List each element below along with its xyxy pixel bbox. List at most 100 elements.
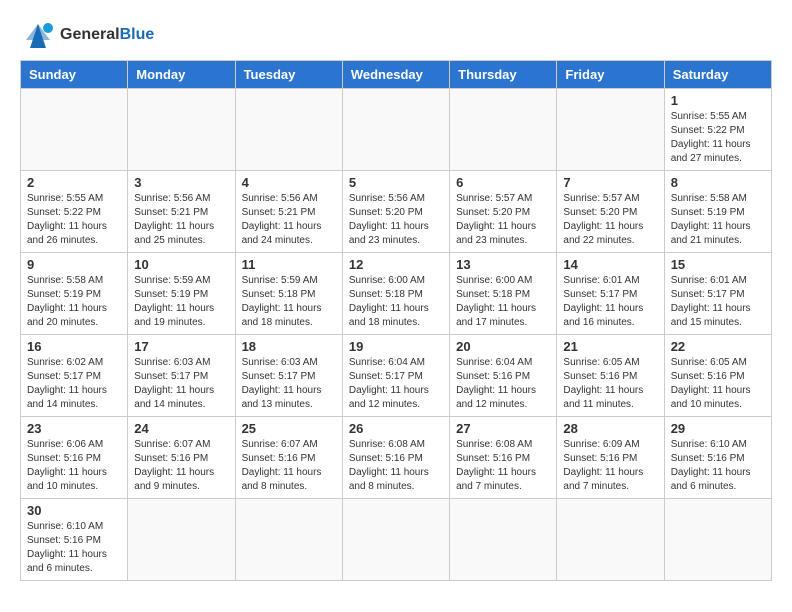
calendar-day-cell <box>342 89 449 171</box>
day-number: 24 <box>134 421 228 436</box>
calendar-week-row: 1 Sunrise: 5:55 AM Sunset: 5:22 PM Daylig… <box>21 89 772 171</box>
calendar-day-cell: 9 Sunrise: 5:58 AM Sunset: 5:19 PM Daylig… <box>21 253 128 335</box>
day-number: 1 <box>671 93 765 108</box>
calendar-day-cell <box>128 499 235 581</box>
calendar-week-row: 23 Sunrise: 6:06 AM Sunset: 5:16 PM Dayli… <box>21 417 772 499</box>
logo: GeneralBlue <box>20 20 154 50</box>
day-number: 23 <box>27 421 121 436</box>
day-number: 22 <box>671 339 765 354</box>
calendar-day-cell: 26 Sunrise: 6:08 AM Sunset: 5:16 PM Dayli… <box>342 417 449 499</box>
calendar-day-cell: 6Sunrise: 5:57 AM Sunset: 5:20 PM Daylig… <box>450 171 557 253</box>
calendar-week-row: 2Sunrise: 5:55 AM Sunset: 5:22 PM Daylig… <box>21 171 772 253</box>
day-number: 7 <box>563 175 657 190</box>
day-number: 15 <box>671 257 765 272</box>
logo-icon <box>20 20 56 50</box>
day-info: Sunrise: 6:04 AM Sunset: 5:17 PM Dayligh… <box>349 356 443 412</box>
calendar-day-cell: 4 Sunrise: 5:56 AM Sunset: 5:21 PM Daylig… <box>235 171 342 253</box>
calendar-day-cell: 15 Sunrise: 6:01 AM Sunset: 5:17 PM Dayli… <box>664 253 771 335</box>
day-number: 17 <box>134 339 228 354</box>
calendar-day-cell: 16 Sunrise: 6:02 AM Sunset: 5:17 PM Dayli… <box>21 335 128 417</box>
day-info: Sunrise: 6:07 AM Sunset: 5:16 PM Dayligh… <box>242 438 336 494</box>
day-info: Sunrise: 6:03 AM Sunset: 5:17 PM Dayligh… <box>242 356 336 412</box>
day-number: 25 <box>242 421 336 436</box>
day-number: 4 <box>242 175 336 190</box>
day-info: Sunrise: 6:03 AM Sunset: 5:17 PM Dayligh… <box>134 356 228 412</box>
calendar-day-cell: 21 Sunrise: 6:05 AM Sunset: 5:16 PM Dayli… <box>557 335 664 417</box>
day-number: 16 <box>27 339 121 354</box>
day-number: 14 <box>563 257 657 272</box>
day-info: Sunrise: 5:55 AM Sunset: 5:22 PM Dayligh… <box>671 110 765 166</box>
calendar-day-cell: 14Sunrise: 6:01 AM Sunset: 5:17 PM Dayli… <box>557 253 664 335</box>
day-info: Sunrise: 6:08 AM Sunset: 5:16 PM Dayligh… <box>349 438 443 494</box>
calendar-day-cell <box>557 499 664 581</box>
day-info: Sunrise: 6:02 AM Sunset: 5:17 PM Dayligh… <box>27 356 121 412</box>
calendar-day-cell <box>342 499 449 581</box>
day-info: Sunrise: 6:09 AM Sunset: 5:16 PM Dayligh… <box>563 438 657 494</box>
day-info: Sunrise: 6:10 AM Sunset: 5:16 PM Dayligh… <box>27 520 121 576</box>
calendar-day-cell: 27 Sunrise: 6:08 AM Sunset: 5:16 PM Dayli… <box>450 417 557 499</box>
day-info: Sunrise: 5:55 AM Sunset: 5:22 PM Dayligh… <box>27 192 121 248</box>
calendar-day-cell <box>664 499 771 581</box>
day-info: Sunrise: 5:59 AM Sunset: 5:18 PM Dayligh… <box>242 274 336 330</box>
day-number: 3 <box>134 175 228 190</box>
day-info: Sunrise: 6:05 AM Sunset: 5:16 PM Dayligh… <box>563 356 657 412</box>
day-number: 9 <box>27 257 121 272</box>
calendar-day-cell: 11Sunrise: 5:59 AM Sunset: 5:18 PM Dayli… <box>235 253 342 335</box>
calendar-day-cell: 17 Sunrise: 6:03 AM Sunset: 5:17 PM Dayli… <box>128 335 235 417</box>
calendar-day-cell: 7Sunrise: 5:57 AM Sunset: 5:20 PM Daylig… <box>557 171 664 253</box>
calendar-day-cell: 30 Sunrise: 6:10 AM Sunset: 5:16 PM Dayli… <box>21 499 128 581</box>
day-number: 8 <box>671 175 765 190</box>
calendar-day-cell: 19 Sunrise: 6:04 AM Sunset: 5:17 PM Dayli… <box>342 335 449 417</box>
day-number: 10 <box>134 257 228 272</box>
calendar-day-cell: 3 Sunrise: 5:56 AM Sunset: 5:21 PM Daylig… <box>128 171 235 253</box>
day-info: Sunrise: 5:57 AM Sunset: 5:20 PM Dayligh… <box>456 192 550 248</box>
calendar-day-cell <box>450 89 557 171</box>
calendar-day-cell <box>450 499 557 581</box>
calendar-day-cell <box>235 499 342 581</box>
logo-text: GeneralBlue <box>60 26 154 44</box>
calendar-day-cell: 28 Sunrise: 6:09 AM Sunset: 5:16 PM Dayli… <box>557 417 664 499</box>
day-info: Sunrise: 6:04 AM Sunset: 5:16 PM Dayligh… <box>456 356 550 412</box>
calendar-day-cell: 25 Sunrise: 6:07 AM Sunset: 5:16 PM Dayli… <box>235 417 342 499</box>
calendar-week-row: 16 Sunrise: 6:02 AM Sunset: 5:17 PM Dayli… <box>21 335 772 417</box>
day-info: Sunrise: 5:56 AM Sunset: 5:21 PM Dayligh… <box>242 192 336 248</box>
day-number: 27 <box>456 421 550 436</box>
calendar-day-cell: 13Sunrise: 6:00 AM Sunset: 5:18 PM Dayli… <box>450 253 557 335</box>
calendar-week-row: 9 Sunrise: 5:58 AM Sunset: 5:19 PM Daylig… <box>21 253 772 335</box>
day-info: Sunrise: 6:01 AM Sunset: 5:17 PM Dayligh… <box>671 274 765 330</box>
day-number: 29 <box>671 421 765 436</box>
day-number: 26 <box>349 421 443 436</box>
column-header-monday: Monday <box>128 61 235 89</box>
day-info: Sunrise: 5:58 AM Sunset: 5:19 PM Dayligh… <box>27 274 121 330</box>
day-number: 20 <box>456 339 550 354</box>
calendar-day-cell <box>235 89 342 171</box>
day-number: 30 <box>27 503 121 518</box>
calendar-week-row: 30 Sunrise: 6:10 AM Sunset: 5:16 PM Dayli… <box>21 499 772 581</box>
day-info: Sunrise: 6:08 AM Sunset: 5:16 PM Dayligh… <box>456 438 550 494</box>
day-info: Sunrise: 6:06 AM Sunset: 5:16 PM Dayligh… <box>27 438 121 494</box>
calendar-day-cell: 18Sunrise: 6:03 AM Sunset: 5:17 PM Dayli… <box>235 335 342 417</box>
column-header-thursday: Thursday <box>450 61 557 89</box>
day-number: 28 <box>563 421 657 436</box>
day-info: Sunrise: 5:56 AM Sunset: 5:21 PM Dayligh… <box>134 192 228 248</box>
calendar-day-cell: 2Sunrise: 5:55 AM Sunset: 5:22 PM Daylig… <box>21 171 128 253</box>
day-number: 21 <box>563 339 657 354</box>
day-info: Sunrise: 5:58 AM Sunset: 5:19 PM Dayligh… <box>671 192 765 248</box>
day-number: 12 <box>349 257 443 272</box>
calendar-day-cell <box>557 89 664 171</box>
calendar-day-cell: 10 Sunrise: 5:59 AM Sunset: 5:19 PM Dayli… <box>128 253 235 335</box>
calendar-day-cell: 23 Sunrise: 6:06 AM Sunset: 5:16 PM Dayli… <box>21 417 128 499</box>
day-number: 5 <box>349 175 443 190</box>
day-info: Sunrise: 5:59 AM Sunset: 5:19 PM Dayligh… <box>134 274 228 330</box>
calendar-day-cell: 29Sunrise: 6:10 AM Sunset: 5:16 PM Dayli… <box>664 417 771 499</box>
day-info: Sunrise: 6:00 AM Sunset: 5:18 PM Dayligh… <box>456 274 550 330</box>
day-info: Sunrise: 6:05 AM Sunset: 5:16 PM Dayligh… <box>671 356 765 412</box>
calendar-table: SundayMondayTuesdayWednesdayThursdayFrid… <box>20 60 772 581</box>
calendar-day-cell <box>128 89 235 171</box>
calendar-header-row: SundayMondayTuesdayWednesdayThursdayFrid… <box>21 61 772 89</box>
calendar-day-cell: 12 Sunrise: 6:00 AM Sunset: 5:18 PM Dayli… <box>342 253 449 335</box>
day-info: Sunrise: 6:00 AM Sunset: 5:18 PM Dayligh… <box>349 274 443 330</box>
calendar-day-cell: 24 Sunrise: 6:07 AM Sunset: 5:16 PM Dayli… <box>128 417 235 499</box>
day-number: 19 <box>349 339 443 354</box>
day-info: Sunrise: 6:07 AM Sunset: 5:16 PM Dayligh… <box>134 438 228 494</box>
